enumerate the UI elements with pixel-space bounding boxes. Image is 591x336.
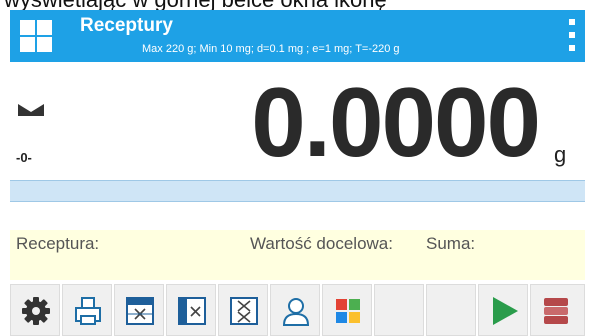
printer-icon <box>75 297 101 325</box>
title-bar: Receptury Max 220 g; Min 10 mg; d=0.1 mg… <box>10 10 585 62</box>
database-button[interactable] <box>530 284 585 336</box>
database-table-button-2[interactable] <box>166 284 216 336</box>
database-table-icon <box>230 297 258 325</box>
more-vertical-icon[interactable] <box>566 17 578 53</box>
play-icon <box>493 297 518 325</box>
progress-bar <box>10 180 585 202</box>
recipe-info-row: Receptura: Wartość docelowa: Suma: <box>10 230 585 280</box>
user-icon <box>282 298 310 326</box>
database-table-button-3[interactable] <box>218 284 268 336</box>
weighing-readout: -0- 0.0000 g <box>10 62 585 180</box>
settings-button[interactable] <box>10 284 60 336</box>
apps-grid-button[interactable] <box>322 284 372 336</box>
zero-indicator: -0- <box>16 150 32 165</box>
database-table-button-1[interactable] <box>114 284 164 336</box>
weight-value: 0.0000 <box>251 67 541 177</box>
database-table-icon <box>178 297 206 325</box>
colored-grid-icon <box>336 299 360 323</box>
database-table-icon <box>126 297 154 325</box>
spacer-area <box>10 202 585 230</box>
target-value-label: Wartość docelowa: <box>250 234 393 253</box>
empty-slot-button-2[interactable] <box>426 284 476 336</box>
sum-label: Suma: <box>426 234 476 253</box>
database-icon <box>544 298 568 324</box>
home-grid-icon[interactable] <box>18 18 54 54</box>
print-button[interactable] <box>62 284 112 336</box>
recipe-label: Receptura: <box>16 234 100 253</box>
empty-slot-button-1[interactable] <box>374 284 424 336</box>
user-button[interactable] <box>270 284 320 336</box>
function-toolbar <box>10 284 585 336</box>
start-button[interactable] <box>478 284 528 336</box>
scale-parameters: Max 220 g; Min 10 mg; d=0.1 mg ; e=1 mg;… <box>142 43 400 55</box>
gear-icon <box>22 297 50 325</box>
weight-unit[interactable]: g <box>554 142 566 168</box>
stability-indicator-icon <box>18 104 44 116</box>
window-title: Receptury <box>80 15 173 36</box>
